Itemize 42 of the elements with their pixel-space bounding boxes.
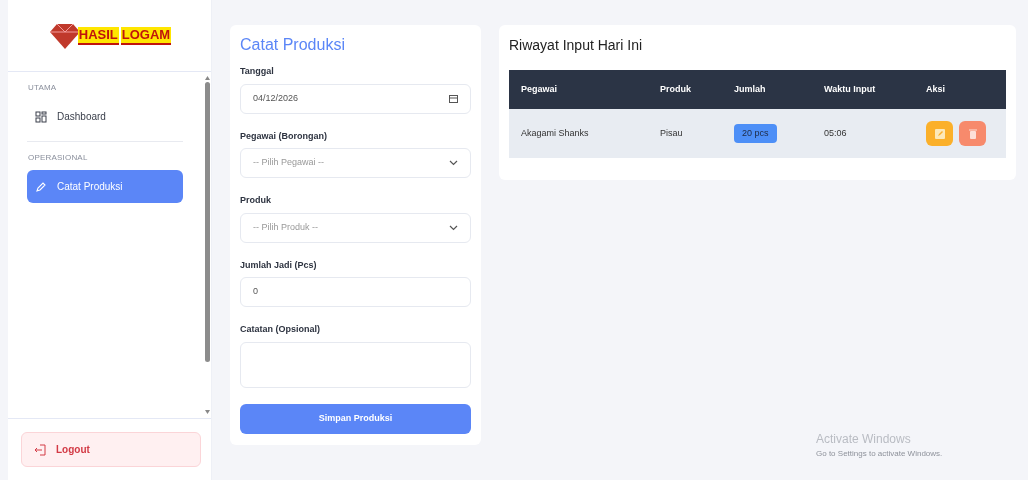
table-cell-text: 05:06 [824,126,848,140]
column-header: Waktu Input [824,82,877,96]
chevron-icon [449,160,458,166]
save-button[interactable]: Simpan Produksi [240,403,471,434]
trash-icon [968,128,977,139]
pen-icon [35,180,47,193]
column-header: Aksi [926,82,946,96]
column-header: Produk [660,82,692,96]
field-label: Pegawai (Borongan) [240,129,328,143]
date-field[interactable]: 04/12/2026 [240,83,471,114]
section-label: OPERASIONAL [27,152,89,164]
section-label: UTAMA [27,82,58,94]
column-header: Jumlah [734,82,767,96]
select-field[interactable]: -- Pilih Pegawai -- [240,148,471,178]
field-label: Produk [240,194,272,207]
scrollbar-thumb[interactable] [204,82,210,362]
field-label: Tanggal [240,65,275,78]
dashboard-icon [35,110,47,123]
form-title: Catat Produksi [240,35,346,55]
field-label: Catatan (Opsional) [240,323,321,336]
scroll-down-icon[interactable] [204,410,210,414]
field-label: Jumlah Jadi (Pcs) [240,258,318,272]
notes-field[interactable] [240,341,471,388]
scroll-up-icon[interactable] [204,76,210,80]
table-cell-text: Pisau [660,126,684,140]
history-title: Riwayat Input Hari Ini [509,36,644,55]
quantity-badge: 20 pcs [734,123,777,144]
chevron-icon [449,224,458,231]
calendar-icon [449,94,458,103]
delete-button[interactable] [959,121,986,146]
activation-message: Go to Settings to activate Windows. [816,448,943,460]
logo: HASIL LOGAM [47,21,172,50]
select-field[interactable]: -- Pilih Produk -- [240,212,471,243]
table-cell-text: Akagami Shanks [521,126,590,140]
edit-icon [934,128,945,139]
number-field[interactable]: 0 [240,277,471,307]
sidebar-item[interactable]: Catat Produksi [27,170,183,203]
column-header: Pegawai [521,82,559,96]
logout-icon [34,443,46,456]
sidebar-item[interactable]: Dashboard [27,100,183,133]
logout-button[interactable]: Logout [21,432,201,467]
activation-title: Activate Windows [816,431,912,448]
